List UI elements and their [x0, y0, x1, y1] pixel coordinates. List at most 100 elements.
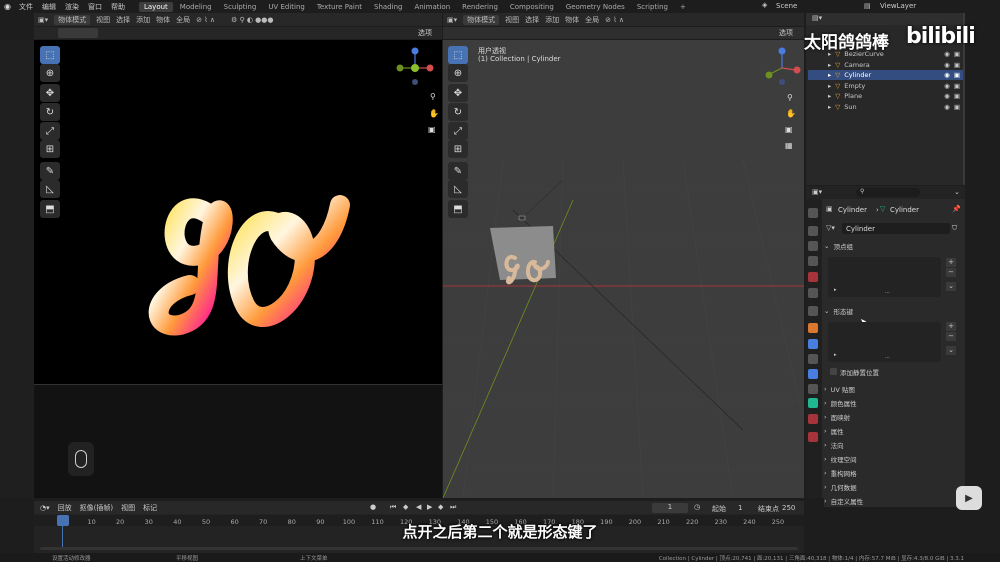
color-attributes-panel-header[interactable]: › 颜色属性 [824, 397, 962, 409]
right-menu-select[interactable]: 选择 [525, 15, 539, 25]
tab-sculpting[interactable]: Sculpting [219, 2, 262, 12]
measure-tool-icon[interactable]: ◺ [40, 180, 60, 198]
timeline-menu-marker[interactable]: 标记 [143, 503, 157, 513]
modifier-tab-icon[interactable] [808, 339, 818, 349]
geometry-data-panel-header[interactable]: › 几何数据 [824, 481, 962, 493]
blender-logo-icon[interactable]: ◉ [4, 2, 11, 11]
video-play-icon[interactable]: ▶ [956, 486, 982, 510]
editor-type-icon[interactable]: ▣▾ [447, 16, 457, 24]
right-menu-view[interactable]: 视图 [505, 15, 519, 25]
scale-tool-icon[interactable]: ⤢ [40, 122, 60, 140]
annotate-tool-icon[interactable]: ✎ [40, 162, 60, 180]
chevron-down-icon[interactable]: ⌄ [954, 188, 960, 196]
right-mode-select[interactable]: 物体模式 [463, 14, 500, 25]
add-cube-tool-icon[interactable]: ⬒ [40, 200, 60, 218]
normals-panel-header[interactable]: › 法向 [824, 439, 962, 451]
camera-render-icon[interactable]: ▣ [954, 103, 960, 111]
expand-arrow-icon[interactable]: ▸ [828, 61, 831, 69]
tab-rendering[interactable]: Rendering [457, 2, 503, 12]
vertex-group-add-button[interactable]: + [946, 258, 956, 267]
editor-type-icon[interactable]: ▣▾ [38, 16, 48, 24]
expand-arrow-icon[interactable]: ▸ [828, 71, 831, 79]
view-layer-tab-icon[interactable] [808, 256, 818, 266]
left-transform-orientation[interactable]: 全局 [176, 15, 190, 25]
outliner-item-sun[interactable]: ▸ ▽ Sun ◉ ▣ [808, 102, 964, 112]
jump-end-icon[interactable]: ⏭ [450, 503, 456, 512]
resize-grip-icon[interactable]: ··· [885, 290, 890, 296]
vertex-groups-list[interactable]: ▸ ··· [828, 257, 941, 297]
render-tab-icon[interactable] [808, 226, 818, 236]
left-menu-select[interactable]: 选择 [116, 15, 130, 25]
camera-render-icon[interactable]: ▣ [954, 92, 960, 100]
rotate-tool-icon[interactable]: ↻ [448, 103, 468, 121]
tab-shading[interactable]: Shading [369, 2, 407, 12]
outliner-item-camera[interactable]: ▸ ▽ Camera ◉ ▣ [808, 60, 964, 70]
camera-render-icon[interactable]: ▣ [954, 50, 960, 58]
left-mode-select[interactable]: 物体模式 [54, 14, 91, 25]
object-tab-icon[interactable] [808, 323, 818, 333]
annotate-tool-icon[interactable]: ✎ [448, 162, 468, 180]
play-icon[interactable]: ▶ [427, 503, 432, 511]
attributes-panel-header[interactable]: › 属性 [824, 425, 962, 437]
transform-tool-icon[interactable]: ⊞ [40, 140, 60, 158]
timeline-menu-keying[interactable]: 抠像(插帧) [80, 503, 113, 513]
tab-scripting[interactable]: Scripting [632, 2, 673, 12]
outliner-item-empty[interactable]: ▸ ▽ Empty ◉ ▣ [808, 81, 964, 91]
frame-end-field[interactable]: 250 [782, 504, 795, 512]
outliner-filter-icon[interactable]: ▤▾ [812, 14, 822, 22]
collection-tab-icon[interactable] [808, 306, 818, 316]
material-tab-icon[interactable] [808, 414, 818, 424]
expand-arrow-icon[interactable]: ▸ [828, 103, 831, 111]
outliner-item-plane[interactable]: ▸ ▽ Plane ◉ ▣ [808, 91, 964, 101]
timeline-menu-playback[interactable]: 回放 [58, 503, 72, 513]
rotate-tool-icon[interactable]: ↻ [40, 103, 60, 121]
eye-icon[interactable]: ◉ [944, 82, 950, 90]
outliner-item-cylinder[interactable]: ▸ ▽ Cylinder ◉ ▣ [808, 70, 964, 80]
face-maps-panel-header[interactable]: › 面映射 [824, 411, 962, 423]
menu-window[interactable]: 窗口 [88, 2, 102, 12]
scale-tool-icon[interactable]: ⤢ [448, 122, 468, 140]
right-transform-orientation[interactable]: 全局 [585, 15, 599, 25]
shape-keys-panel-header[interactable]: ⌄ 形态键 [824, 305, 962, 317]
mesh-data-name-field[interactable]: Cylinder [842, 223, 950, 234]
uv-maps-panel-header[interactable]: › UV 贴图 [824, 383, 962, 395]
timeline-menu-view[interactable]: 视图 [121, 503, 135, 513]
camera-render-icon[interactable]: ▣ [954, 82, 960, 90]
resize-grip-icon[interactable]: ··· [885, 355, 890, 361]
texture-space-panel-header[interactable]: › 纹理空间 [824, 453, 962, 465]
clock-icon[interactable]: ◷ [694, 503, 700, 511]
menu-edit[interactable]: 编辑 [42, 2, 56, 12]
next-keyframe-icon[interactable]: ◆ [438, 503, 443, 511]
select-box-mode-icon[interactable] [58, 28, 98, 38]
output-tab-icon[interactable] [808, 241, 818, 251]
cursor-tool-icon[interactable]: ⊕ [40, 64, 60, 82]
camera-render-icon[interactable]: ▣ [954, 61, 960, 69]
fake-user-icon[interactable]: ⛉ [952, 224, 957, 233]
frame-start-field[interactable]: 1 [738, 504, 742, 512]
tab-compositing[interactable]: Compositing [505, 2, 559, 12]
vertex-group-specials-button[interactable]: ⌄ [946, 282, 956, 291]
left-menu-object[interactable]: 物体 [156, 15, 170, 25]
add-rest-position-checkbox[interactable] [830, 368, 837, 375]
tab-geometry-nodes[interactable]: Geometry Nodes [561, 2, 630, 12]
overlay-icon[interactable]: ⚙ ⚲ ◐ ●●● [231, 16, 274, 24]
scene-selector[interactable]: Scene [776, 2, 797, 10]
add-cube-tool-icon[interactable]: ⬒ [448, 200, 468, 218]
shape-keys-list[interactable]: ▸ ··· [828, 322, 941, 362]
play-reverse-icon[interactable]: ◀ [416, 503, 421, 511]
camera-render-icon[interactable]: ▣ [954, 71, 960, 79]
select-tool-icon[interactable]: ⬚ [448, 46, 468, 64]
world-tab-icon[interactable] [808, 288, 818, 298]
cursor-tool-icon[interactable]: ⊕ [448, 64, 468, 82]
properties-search-field[interactable]: ⚲ [856, 188, 920, 197]
editor-type-icon[interactable]: ◔▾ [40, 504, 50, 512]
right-menu-add[interactable]: 添加 [545, 15, 559, 25]
shape-key-specials-button[interactable]: ⌄ [946, 346, 956, 355]
measure-tool-icon[interactable]: ◺ [448, 180, 468, 198]
transform-tool-icon[interactable]: ⊞ [448, 140, 468, 158]
particles-tab-icon[interactable] [808, 354, 818, 364]
vertex-groups-panel-header[interactable]: ⌄ 顶点组 [824, 240, 962, 252]
menu-file[interactable]: 文件 [19, 2, 33, 12]
left-menu-add[interactable]: 添加 [136, 15, 150, 25]
snap-icon[interactable]: ⊘ ⌇ ∧ [196, 16, 215, 24]
